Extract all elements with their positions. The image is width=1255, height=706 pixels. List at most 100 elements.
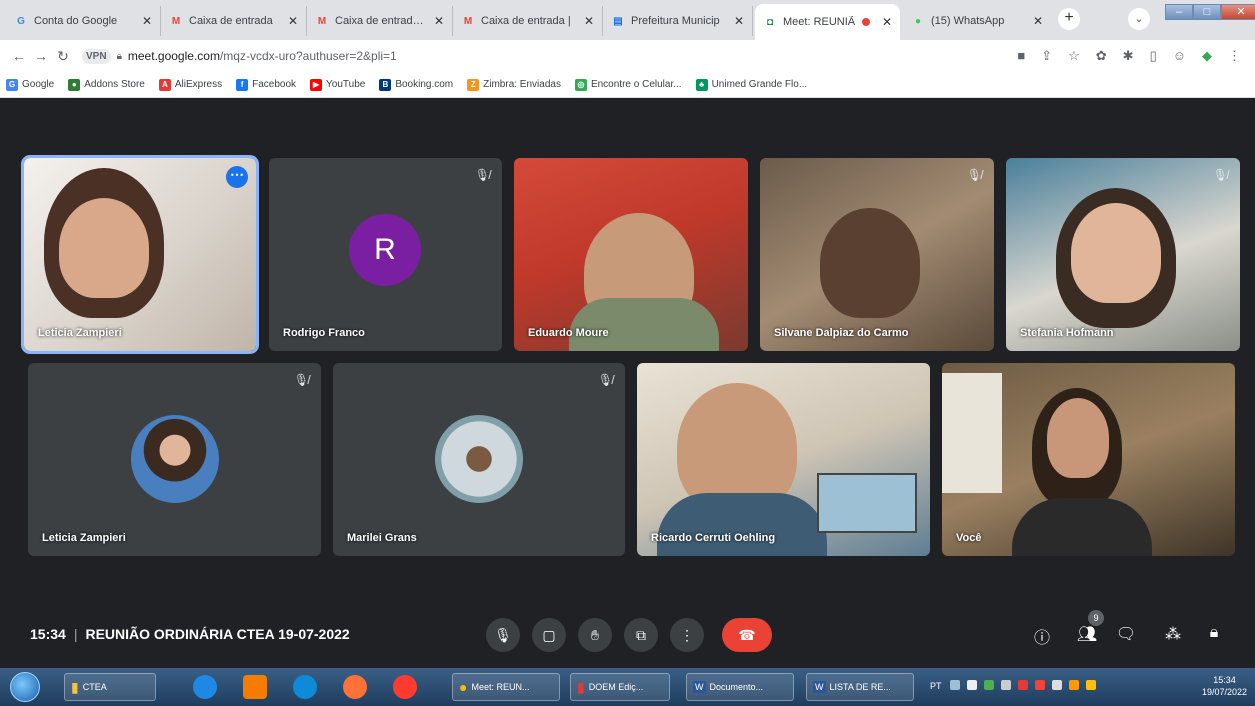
network-icon[interactable] (984, 680, 994, 690)
whatsapp-icon: ● (914, 15, 922, 27)
edge-icon[interactable] (293, 675, 317, 699)
tab-gmail-3[interactable]: M Caixa de entrada | ✕ (453, 6, 603, 36)
tab-prefeitura[interactable]: ▤ Prefeitura Municip ✕ (603, 6, 753, 36)
toolbar-icons: ■ ⇪ ☆ ✿ ✱ ▯ ☺ ◆ ⋮ (1017, 48, 1241, 64)
url-field[interactable]: VPN 🔒︎ meet.google.com/mqz-vcdx-uro?auth… (82, 48, 397, 64)
taskbar-item[interactable]: ▮ DOEM Ediç... (570, 673, 670, 701)
participant-tile[interactable]: 🎙︎̸ Stefania Hofmann (1006, 158, 1240, 351)
word-icon: W (813, 681, 826, 693)
participant-tile[interactable]: 🎙︎̸ Leticia Zampieri (28, 363, 321, 556)
vpn-icon[interactable]: VPN (82, 48, 111, 64)
bookmark-addons[interactable]: ● Addons Store (68, 78, 145, 91)
more-options-icon[interactable]: ⋮ (670, 618, 704, 652)
participant-tile[interactable]: Você (942, 363, 1235, 556)
update-icon[interactable] (1086, 680, 1096, 690)
participant-name: Marilei Grans (347, 532, 417, 544)
bookmark-star-icon[interactable]: ☆ (1068, 48, 1080, 64)
media-icon[interactable] (243, 675, 267, 699)
tab-whatsapp[interactable]: ● (15) WhatsApp ✕ (903, 6, 1051, 36)
screen: G Conta do Google ✕ M Caixa de entrada ✕… (0, 0, 1255, 706)
close-icon[interactable]: ✕ (288, 14, 298, 28)
tab-gmail-1[interactable]: M Caixa de entrada ✕ (161, 6, 307, 36)
bookmark-unimed[interactable]: ♣ Unimed Grande Flo... (695, 78, 807, 91)
maximize-icon[interactable]: □ (1193, 4, 1221, 20)
participant-tile[interactable]: Eduardo Moure (514, 158, 748, 351)
signal-icon[interactable] (1001, 680, 1011, 690)
meeting-time: 15:34 (30, 626, 66, 642)
share-icon[interactable]: ⇪ (1041, 48, 1052, 64)
participant-tile[interactable]: 🎙︎̸ Marilei Grans (333, 363, 625, 556)
close-icon[interactable]: ✕ (734, 14, 744, 28)
people-icon[interactable]: 👥︎ (1075, 624, 1099, 644)
bookmark-find-phone[interactable]: ◎ Encontre o Celular... (574, 78, 682, 91)
profile-icon[interactable]: ☺ (1173, 48, 1186, 64)
hang-up-button[interactable]: ☎︎ (722, 618, 772, 652)
bookmark-youtube[interactable]: ▶ YouTube (310, 78, 365, 91)
flag-icon[interactable] (967, 680, 977, 690)
security-icon[interactable] (1018, 680, 1028, 690)
participant-name: Rodrigo Franco (283, 327, 365, 339)
antivirus-icon[interactable] (1035, 680, 1045, 690)
reload-icon[interactable]: ↻ (52, 48, 74, 65)
close-icon[interactable]: ✕ (584, 14, 594, 28)
host-controls-icon[interactable]: 🔒︎ (1202, 624, 1226, 642)
present-screen-icon[interactable]: ⧉ (624, 618, 658, 652)
volume-icon[interactable] (1052, 680, 1062, 690)
app-tray-icon[interactable] (1069, 680, 1079, 690)
sidepanel-icon[interactable]: ▯ (1150, 48, 1157, 64)
clock-time: 15:34 (1213, 675, 1236, 685)
clock[interactable]: 15:34 19/07/2022 (1202, 674, 1247, 698)
mic-off-icon: 🎙︎̸ (1212, 168, 1228, 182)
bookmark-booking[interactable]: B Booking.com (379, 78, 453, 91)
close-icon[interactable]: ✕ (142, 14, 152, 28)
taskbar-label: LISTA DE RE... (829, 682, 891, 692)
chat-icon[interactable]: 🗨︎ (1114, 624, 1138, 644)
participant-name: Ricardo Cerruti Oehling (651, 532, 776, 544)
extension-icon[interactable]: ✿ (1096, 48, 1107, 64)
taskbar-item[interactable]: ▮ CTEA (64, 673, 156, 701)
close-icon[interactable]: ✕ (434, 14, 444, 28)
puzzle-icon[interactable]: ✱ (1123, 48, 1134, 64)
taskbar-item[interactable]: W Documento... (686, 673, 794, 701)
language-indicator[interactable]: PT (930, 681, 942, 691)
lock-icon[interactable]: 🔒︎ (117, 51, 122, 62)
wall-map (817, 473, 917, 533)
participant-tile[interactable]: 🎙︎̸ Silvane Dalpiaz do Carmo (760, 158, 994, 351)
start-button[interactable] (10, 672, 40, 702)
minimize-icon[interactable]: – (1165, 4, 1193, 20)
raise-hand-icon[interactable]: ✋︎ (578, 618, 612, 652)
taskbar-item[interactable]: W LISTA DE RE... (806, 673, 914, 701)
tab-title: Caixa de entrada | (335, 15, 424, 27)
tab-meet[interactable]: ◘ Meet: REUNIÃ ✕ (755, 4, 900, 40)
opera-icon[interactable] (393, 675, 417, 699)
tab-conta-google[interactable]: G Conta do Google ✕ (6, 6, 161, 36)
new-tab-button[interactable]: + (1058, 8, 1080, 30)
ie-icon[interactable] (193, 675, 217, 699)
menu-icon[interactable]: ⋮ (1228, 48, 1241, 64)
close-icon[interactable]: ✕ (882, 15, 892, 29)
back-icon[interactable]: ← (8, 48, 30, 64)
info-icon[interactable]: ⓘ (1030, 624, 1054, 648)
forward-icon[interactable]: → (30, 48, 52, 64)
taskbar-item[interactable]: ● Meet: REUN... (452, 673, 560, 701)
close-icon[interactable]: ✕ (1033, 14, 1043, 28)
camera-icon[interactable]: ▢ (532, 618, 566, 652)
participant-tile[interactable]: 🎙︎̸ R Rodrigo Franco (269, 158, 502, 351)
bookmark-zimbra[interactable]: Z Zimbra: Enviadas (467, 78, 561, 91)
shield-icon[interactable]: ◆ (1202, 48, 1212, 64)
tab-gmail-2[interactable]: M Caixa de entrada | ✕ (307, 6, 453, 36)
keyboard-icon[interactable] (950, 680, 960, 690)
more-options-icon[interactable]: ⋯ (226, 166, 248, 188)
firefox-icon[interactable] (343, 675, 367, 699)
activities-icon[interactable]: ⁂ (1161, 624, 1185, 644)
bookmark-google[interactable]: G Google (6, 78, 54, 91)
tab-search-icon[interactable]: ⌄ (1128, 8, 1150, 30)
participant-tile[interactable]: Ricardo Cerruti Oehling (637, 363, 930, 556)
bookmark-aliexpress[interactable]: A AliExpress (158, 78, 222, 91)
microphone-icon[interactable]: 🎙︎ (486, 618, 520, 652)
tab-title: Caixa de entrada (189, 15, 273, 27)
bookmark-facebook[interactable]: f Facebook (236, 78, 296, 91)
participant-tile[interactable]: ⋯ Leticia Zampieri (21, 155, 259, 354)
camera-icon[interactable]: ■ (1017, 48, 1025, 64)
window-close-icon[interactable]: ✕ (1221, 4, 1255, 20)
